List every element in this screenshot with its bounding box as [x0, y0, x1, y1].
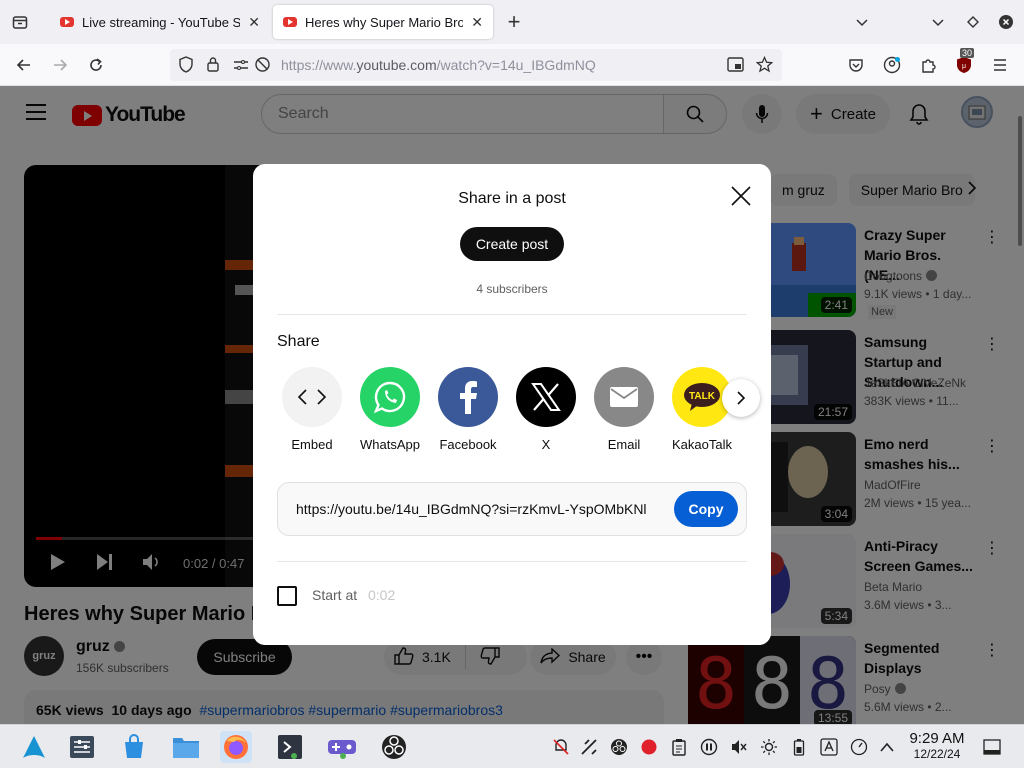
whatsapp-icon — [360, 367, 420, 427]
facebook-icon — [438, 367, 498, 427]
close-icon[interactable] — [729, 184, 753, 208]
share-dialog: Share in a post Create post 4 subscriber… — [253, 164, 771, 645]
clipboard-icon[interactable] — [669, 737, 689, 757]
keyboard-layout-icon[interactable] — [819, 737, 839, 757]
extensions-puzzle-icon[interactable] — [916, 53, 940, 77]
close-tab-icon[interactable]: ✕ — [248, 14, 260, 31]
new-tab-button[interactable]: + — [502, 9, 526, 34]
email-icon — [594, 367, 654, 427]
share-heading: Share — [277, 333, 320, 350]
bookmark-star-icon[interactable] — [755, 55, 774, 78]
recording-icon[interactable] — [639, 737, 659, 757]
x-icon — [516, 367, 576, 427]
tab-live-streaming[interactable]: Live streaming - YouTube Studio ✕ — [50, 5, 270, 39]
autoplay-blocked-icon[interactable] — [254, 56, 271, 78]
window-maximize-icon[interactable] — [961, 10, 985, 34]
settings-panel-icon[interactable] — [66, 731, 98, 763]
start-at-time-input[interactable]: 0:02 — [368, 587, 395, 603]
firefox-icon[interactable] — [220, 731, 252, 763]
tray-expand-icon[interactable] — [877, 737, 897, 757]
software-store-icon[interactable] — [118, 731, 150, 763]
close-tab-icon[interactable]: ✕ — [471, 14, 483, 31]
file-manager-icon[interactable] — [170, 731, 202, 763]
ublock-origin-icon[interactable]: μ 30 — [952, 48, 976, 77]
dialog-title: Share in a post — [458, 190, 566, 207]
forward-arrow-icon[interactable] — [48, 53, 72, 77]
share-x[interactable]: X — [507, 367, 585, 452]
tab-super-mario[interactable]: Heres why Super Mario Bros ✕ — [273, 5, 493, 39]
os-taskbar: 9:29 AM 12/22/24 — [0, 724, 1024, 768]
svg-text:μ: μ — [962, 63, 966, 70]
browser-nav-bar: https://www.youtube.com/watch?v=14u_IBGd… — [0, 44, 1024, 86]
start-at-label: Start at — [312, 587, 358, 603]
media-pause-icon[interactable] — [699, 737, 719, 757]
window-minimize-icon[interactable] — [926, 10, 950, 34]
youtube-favicon-icon — [283, 17, 297, 27]
url-text: https://www.youtube.com/watch?v=14u_IBGd… — [281, 57, 596, 73]
network-icon[interactable] — [849, 737, 869, 757]
brightness-icon[interactable] — [759, 737, 779, 757]
subscriber-count: 4 subscribers — [476, 282, 548, 296]
start-at-checkbox[interactable] — [277, 586, 297, 606]
account-icon[interactable] — [880, 53, 904, 77]
share-facebook[interactable]: Facebook — [429, 367, 507, 452]
browser-tab-strip: Live streaming - YouTube Studio ✕ Heres … — [0, 0, 1024, 44]
terminal-icon[interactable] — [274, 731, 306, 763]
copy-button[interactable]: Copy — [674, 491, 738, 527]
share-email[interactable]: Email — [585, 367, 663, 452]
share-url-field[interactable]: https://youtu.be/14u_IBGdmNQ?si=rzKmvL-Y… — [277, 482, 747, 536]
chevron-right-icon[interactable] — [722, 379, 760, 417]
divider — [277, 561, 747, 562]
window-close-icon[interactable] — [994, 10, 1018, 34]
divider — [277, 314, 747, 315]
tracking-shield-icon[interactable] — [178, 56, 194, 78]
game-emulator-icon[interactable] — [326, 731, 358, 763]
reload-icon[interactable] — [84, 53, 108, 77]
kde-connect-icon[interactable] — [579, 737, 599, 757]
hamburger-menu-icon[interactable] — [988, 53, 1012, 77]
tab-list-icon[interactable] — [8, 10, 32, 34]
obs-studio-icon[interactable] — [378, 731, 410, 763]
picture-in-picture-icon[interactable] — [727, 57, 744, 77]
system-clock[interactable]: 9:29 AM 12/22/24 — [900, 730, 974, 761]
embed-icon — [282, 367, 342, 427]
obs-tray-icon[interactable] — [609, 737, 629, 757]
chevron-down-icon[interactable] — [850, 10, 874, 34]
volume-muted-icon[interactable] — [729, 737, 749, 757]
extension-badge: 30 — [960, 48, 975, 58]
app-launcher-icon[interactable] — [18, 731, 50, 763]
share-whatsapp[interactable]: WhatsApp — [351, 367, 429, 452]
lock-icon[interactable] — [206, 56, 220, 78]
share-embed[interactable]: Embed — [273, 367, 351, 452]
back-arrow-icon[interactable] — [12, 53, 36, 77]
pocket-icon[interactable] — [844, 53, 868, 77]
url-bar[interactable]: https://www.youtube.com/watch?v=14u_IBGd… — [170, 49, 782, 81]
create-post-button[interactable]: Create post — [460, 227, 564, 261]
notifications-muted-icon[interactable] — [551, 737, 571, 757]
show-desktop-icon[interactable] — [982, 737, 1002, 757]
share-url-text[interactable]: https://youtu.be/14u_IBGdmNQ?si=rzKmvL-Y… — [296, 501, 662, 517]
svg-text:TALK: TALK — [689, 391, 716, 402]
permissions-icon[interactable] — [232, 57, 250, 78]
battery-icon[interactable] — [789, 737, 809, 757]
youtube-favicon-icon — [60, 17, 74, 27]
